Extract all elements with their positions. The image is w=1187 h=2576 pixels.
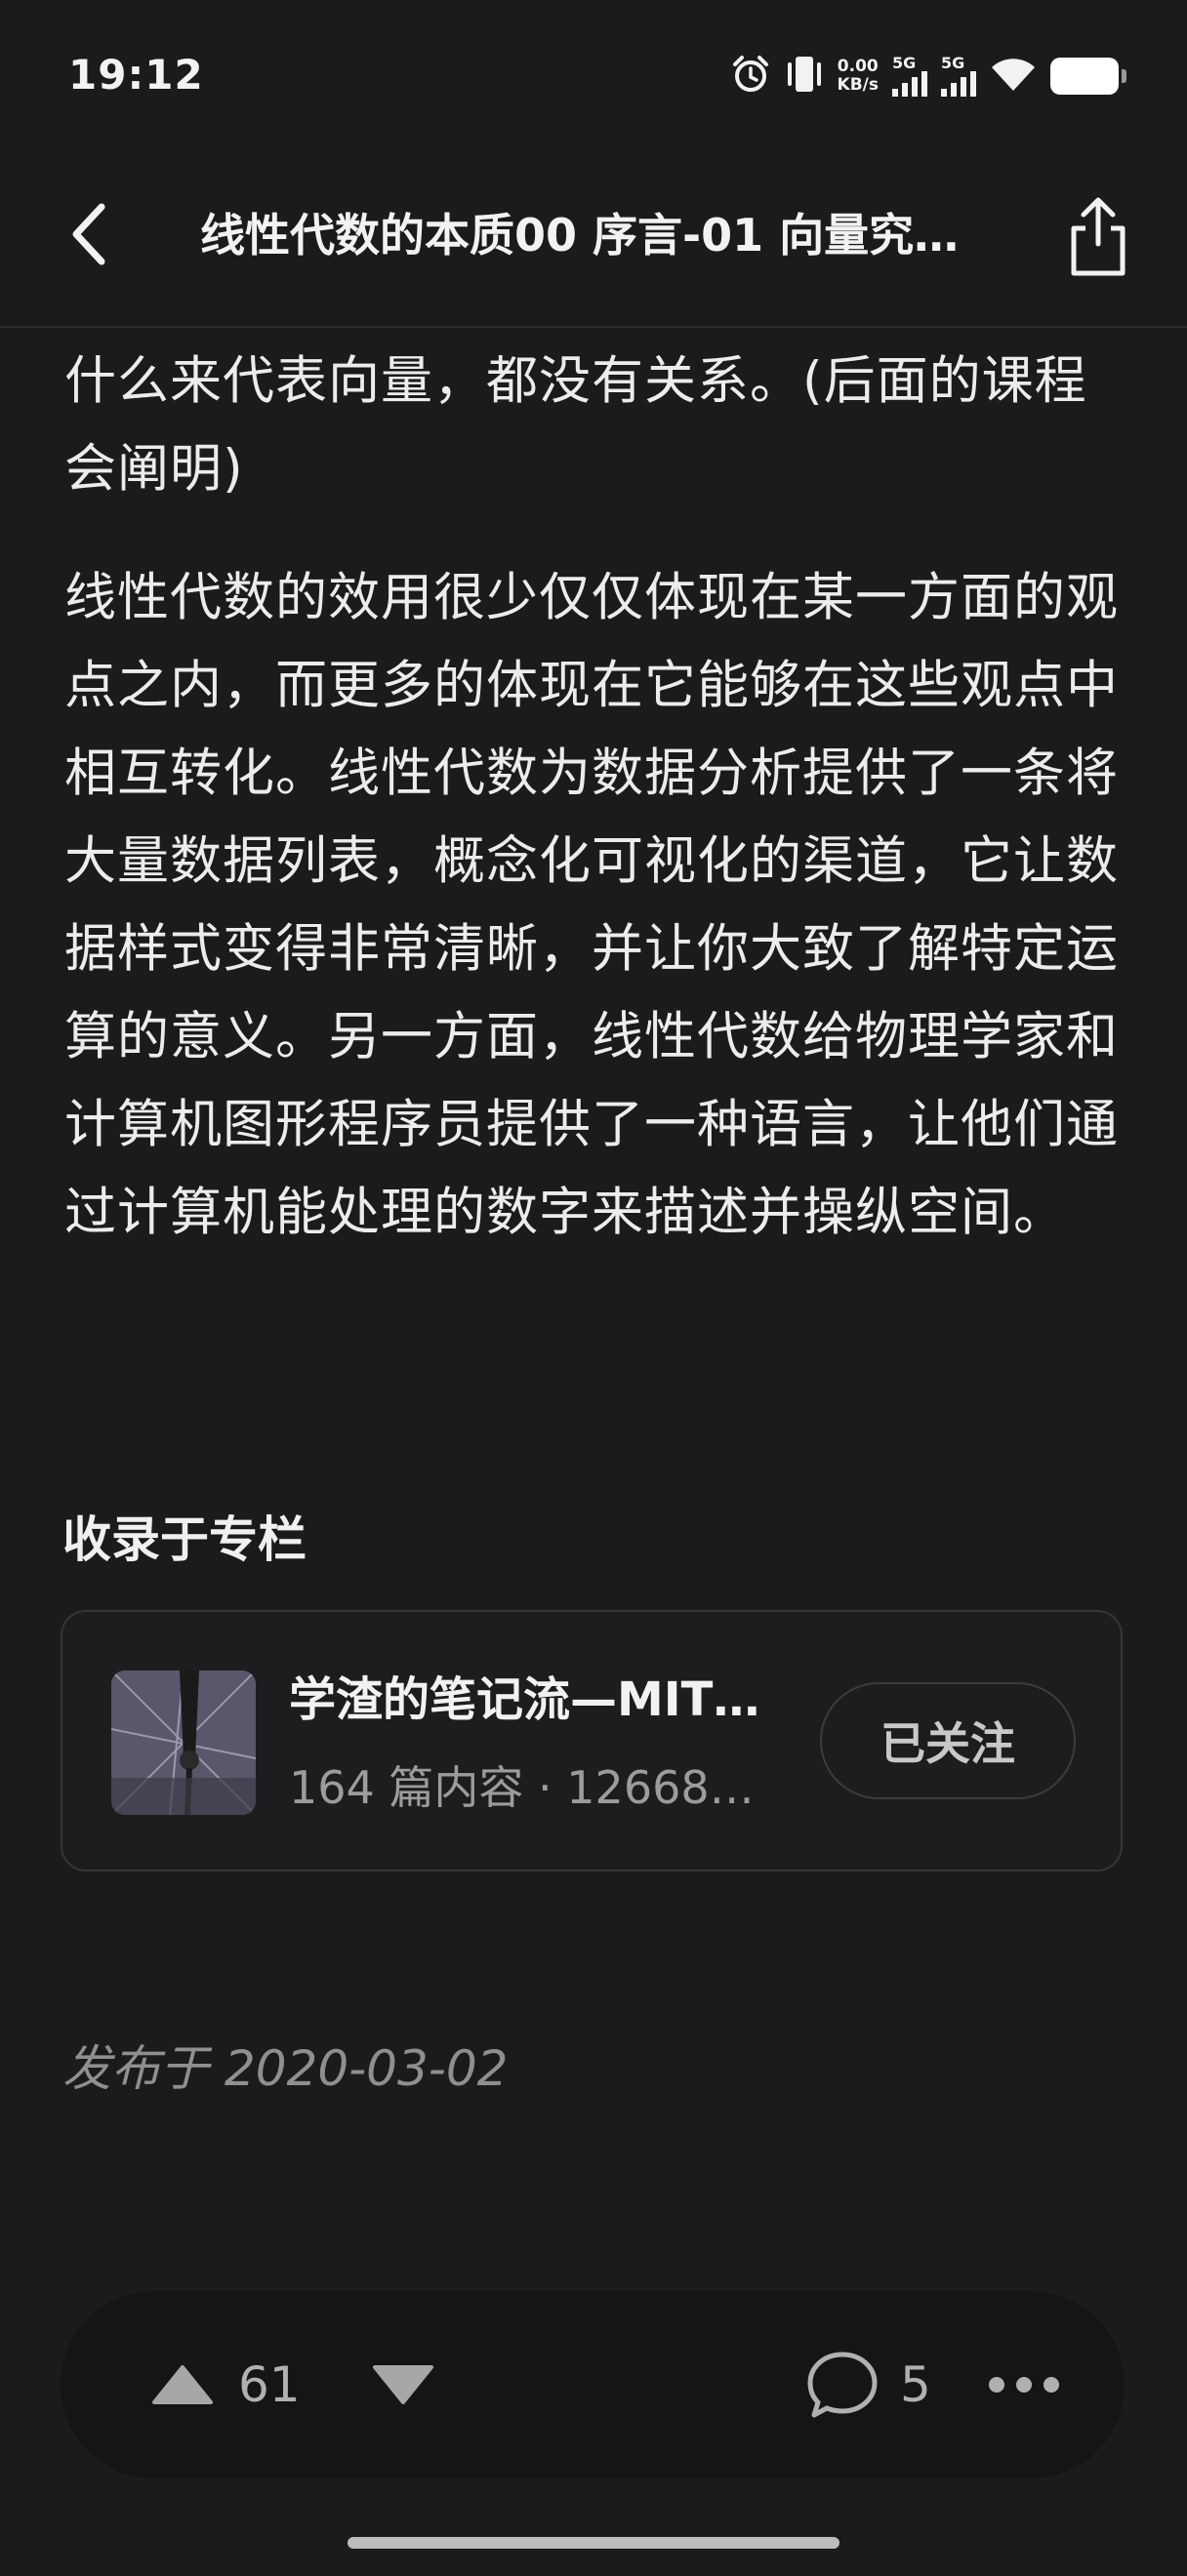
page-title: 线性代数的本质00 序言-01 向量究竟是什么 (200, 209, 991, 262)
network-speed-unit: KB/s (837, 75, 879, 95)
alarm-icon (730, 54, 771, 99)
signal-icon (941, 71, 976, 97)
downvote-button[interactable] (371, 2346, 435, 2424)
more-button[interactable] (988, 2346, 1060, 2424)
nav-bar: 线性代数的本质00 序言-01 向量究竟是什么 (0, 156, 1187, 328)
comment-button[interactable]: 5 (804, 2342, 931, 2428)
upvote-button[interactable]: 61 (150, 2346, 301, 2424)
signal-2: 5G (941, 56, 976, 97)
column-card[interactable]: 学渣的笔记流—MIT公开课笔记 164 篇内容 · 12668 人关注 已关注 (61, 1610, 1123, 1872)
network-speed-value: 0.00 (837, 57, 879, 76)
article-paragraph: 什么来代表向量，都没有关系。(后面的课程会阐明) (64, 351, 1087, 499)
article-paragraph: 线性代数的效用很少仅仅体现在某一方面的观点之内，而更多的体现在它能够在这些观点中… (64, 568, 1119, 1242)
article-body: 什么来代表向量，都没有关系。(后面的课程会阐明) 线性代数的效用很少仅仅体现在某… (64, 338, 1125, 1298)
share-button[interactable] (1064, 193, 1132, 281)
network-speed: 0.00 KB/s (838, 58, 879, 95)
follow-button[interactable]: 已关注 (820, 1682, 1076, 1799)
share-icon (1071, 197, 1126, 276)
upvote-count: 61 (238, 2356, 301, 2413)
triangle-down-icon (373, 2365, 433, 2404)
chevron-left-icon (72, 203, 105, 265)
vibrate-icon (785, 53, 824, 100)
more-icon (989, 2377, 1059, 2393)
signal-1: 5G (892, 56, 927, 97)
column-name: 学渣的笔记流—MIT公开课笔记 (289, 1672, 765, 1727)
status-bar: 19:12 0.00 KB/s 5G 5G (0, 0, 1187, 156)
publish-date: 发布于 2020-03-02 (62, 2040, 509, 2097)
triangle-up-icon (152, 2365, 213, 2404)
home-indicator[interactable] (348, 2537, 839, 2549)
battery-icon (1050, 58, 1126, 95)
signal-1-label: 5G (892, 54, 917, 72)
comment-count: 5 (900, 2356, 931, 2413)
status-time: 19:12 (68, 51, 204, 99)
wifi-icon (990, 56, 1037, 97)
column-heading: 收录于专栏 (62, 1511, 307, 1568)
back-button[interactable] (61, 195, 119, 273)
status-icons: 0.00 KB/s 5G 5G (730, 49, 1126, 103)
action-bar: 61 5 (61, 2291, 1125, 2478)
signal-2-label: 5G (941, 54, 965, 72)
signal-icon (892, 71, 927, 97)
comment-icon (807, 2352, 878, 2418)
column-thumbnail (111, 1670, 256, 1815)
column-meta: 164 篇内容 · 12668 人关注 (289, 1761, 765, 1814)
